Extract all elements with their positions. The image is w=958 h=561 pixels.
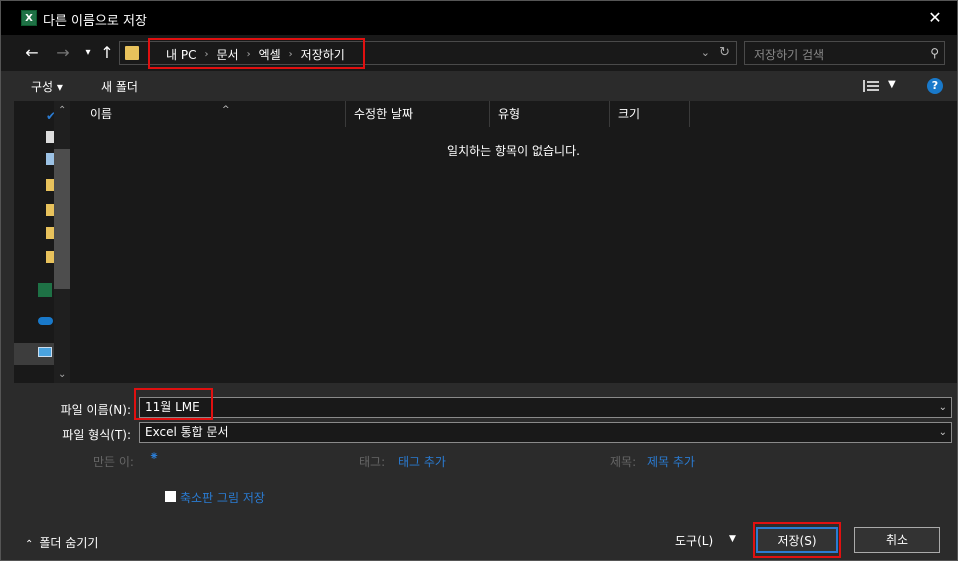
search-placeholder: 저장하기 검색 [754,48,825,62]
up-button[interactable]: ↑ [96,41,118,65]
tools-button[interactable]: 도구(L) [675,532,713,549]
hide-folders-label: 폴더 숨기기 [39,536,99,550]
chevron-up-icon[interactable]: ⌃ [58,105,66,116]
navigation-bar: ← → ▾ ↑ 내 PC › 문서 › 엑셀 › 저장하기 ⌄ ↻ 저장하기 검… [1,35,957,71]
tags-label: 태그: [359,455,386,469]
author-label: 만든 이: [93,455,134,469]
chevron-down-icon[interactable]: ⌄ [58,369,66,380]
file-list: 이름 ^ 수정한 날짜 유형 크기 일치하는 항목이 없습니다. [70,101,957,383]
save-button[interactable]: 저장(S) [756,527,838,553]
image-icon[interactable] [46,153,54,165]
breadcrumb: 내 PC › 문서 › 엑셀 › 저장하기 [160,46,351,63]
back-button[interactable]: ← [21,41,43,65]
column-header-size[interactable]: 크기 [610,101,690,127]
forward-button[interactable]: → [52,41,74,65]
organize-button[interactable]: 구성 ▾ [31,78,63,95]
search-icon: ⚲ [930,46,939,60]
breadcrumb-item[interactable]: 엑셀 [253,46,287,63]
excel-icon[interactable] [38,283,52,297]
document-icon[interactable] [46,131,54,143]
new-folder-button[interactable]: 새 폴더 [101,78,138,95]
add-title-link[interactable]: 제목 추가 [647,453,695,470]
folder-icon[interactable] [46,179,54,191]
title-bar: X 다른 이름으로 저장 ✕ [1,1,957,35]
empty-message: 일치하는 항목이 없습니다. [447,144,580,158]
address-bar[interactable]: 내 PC › 문서 › 엑셀 › 저장하기 ⌄ ↻ [119,41,737,65]
navigation-pane: ✔ ⌃ ⌄ [14,101,70,383]
command-toolbar: 구성 ▾ 새 폴더 ▼ ? [1,71,957,101]
scrollbar[interactable]: ⌃ ⌄ [54,101,70,383]
help-icon[interactable]: ? [927,78,943,94]
filename-value: 11월 LME [145,400,200,414]
save-as-dialog: X 다른 이름으로 저장 ✕ ← → ▾ ↑ 내 PC › 문서 › 엑셀 › … [0,0,958,561]
breadcrumb-item[interactable]: 내 PC [160,46,202,63]
scrollbar-thumb[interactable] [54,149,70,289]
column-header-name[interactable]: 이름 ^ [82,101,346,127]
hide-folders-button[interactable]: ⌃ 폴더 숨기기 [25,534,98,551]
chevron-down-icon[interactable]: ▼ [729,534,736,544]
sort-ascending-icon: ^ [222,105,230,115]
column-header-label: 이름 [90,107,113,121]
chevron-right-icon[interactable]: › [245,49,253,60]
folder-icon [125,46,139,60]
window-title: 다른 이름으로 저장 [43,14,147,29]
chevron-up-icon: ⌃ [25,539,34,550]
add-tags-link[interactable]: 태그 추가 [398,453,446,470]
column-header-type[interactable]: 유형 [490,101,610,127]
folder-icon[interactable] [46,227,54,239]
save-thumbnail-label[interactable]: 축소판 그림 저장 [180,489,265,506]
folder-icon[interactable] [46,251,54,263]
view-options-icon[interactable] [863,80,879,92]
chevron-right-icon[interactable]: › [287,49,295,60]
close-button[interactable]: ✕ [913,1,957,35]
filename-label: 파일 이름(N): [60,403,131,417]
column-header-date[interactable]: 수정한 날짜 [346,101,490,127]
onedrive-icon[interactable] [38,317,53,325]
title-label: 제목: [610,455,637,469]
address-history-dropdown[interactable]: ⌄ [701,46,710,59]
filename-field[interactable]: 11월 LME ⌄ [139,397,952,418]
filetype-value: Excel 통합 문서 [145,425,229,439]
search-input[interactable]: 저장하기 검색 ⚲ [744,41,945,65]
filetype-select[interactable]: Excel 통합 문서 ⌄ [139,422,952,443]
cancel-button[interactable]: 취소 [854,527,940,553]
computer-icon [38,347,52,357]
chevron-right-icon[interactable]: › [202,49,210,60]
folder-icon[interactable] [46,204,54,216]
breadcrumb-item[interactable]: 저장하기 [295,46,351,63]
save-thumbnail-checkbox[interactable] [165,491,176,502]
chevron-down-icon[interactable]: ⌄ [939,398,947,417]
author-value[interactable]: ⁕ [149,449,159,463]
chevron-down-icon[interactable]: ▼ [888,79,896,90]
refresh-icon[interactable]: ↻ [719,45,730,60]
filetype-label: 파일 형식(T): [62,428,131,442]
chevron-down-icon[interactable]: ⌄ [939,423,947,442]
breadcrumb-item[interactable]: 문서 [210,46,244,63]
excel-icon: X [21,10,37,26]
